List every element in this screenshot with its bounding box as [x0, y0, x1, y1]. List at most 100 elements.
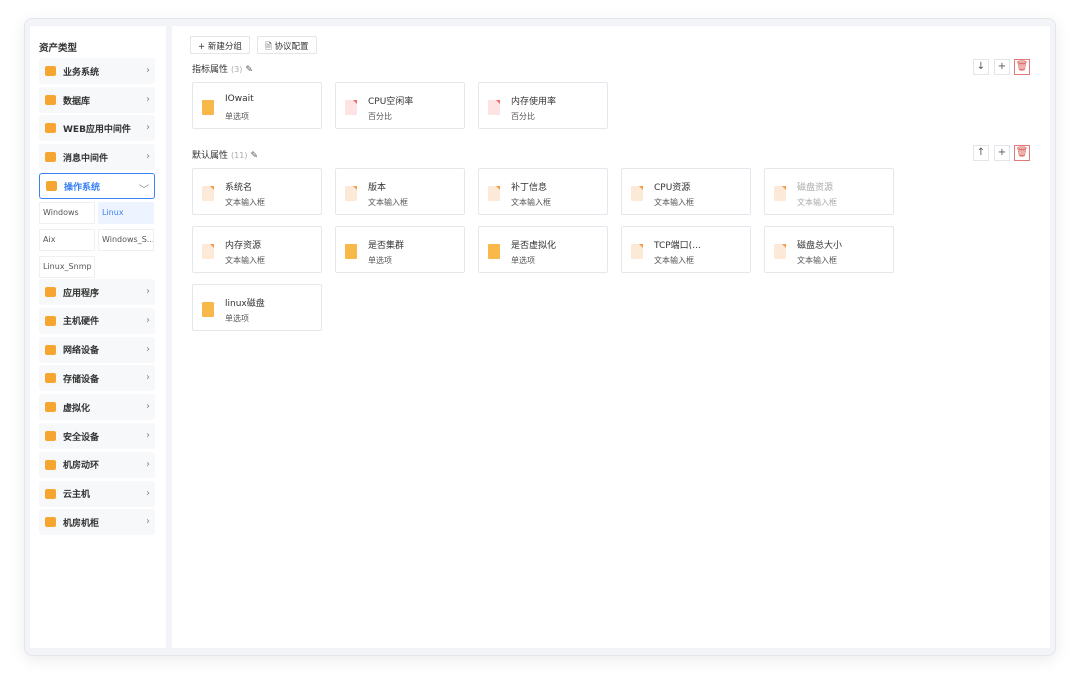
chevron-right-icon: ›: [146, 314, 150, 326]
attribute-type: 单选项: [225, 112, 249, 121]
text-file-icon: [345, 186, 357, 201]
sidebar-item[interactable]: 主机硬件 ›: [39, 307, 155, 334]
sidebar-item-label: 安全设备: [63, 432, 100, 443]
chevron-right-icon: ›: [146, 94, 150, 105]
os-sub-item[interactable]: Linux_Snmp: [39, 256, 95, 278]
sidebar-item[interactable]: 业务系统 ›: [39, 58, 155, 84]
attribute-type: 单选项: [511, 256, 535, 265]
section-count: (3): [231, 65, 243, 74]
arrow-down-icon[interactable]: ↓: [973, 59, 989, 75]
plus-icon[interactable]: +: [994, 59, 1010, 75]
sidebar-item-label: 应用程序: [63, 288, 100, 299]
attribute-card[interactable]: IOwait 单选项: [192, 82, 322, 129]
os-sub-item[interactable]: Windows_S...: [98, 229, 154, 251]
arrow-up-icon[interactable]: ↑: [973, 145, 989, 161]
attribute-type: 文本输入框: [654, 256, 694, 265]
sidebar-item-label: 网络设备: [63, 346, 100, 357]
sidebar-item[interactable]: 存储设备 ›: [39, 365, 155, 392]
os-sub-item[interactable]: Aix: [39, 229, 95, 251]
attribute-card[interactable]: 内存使用率 百分比: [478, 82, 608, 129]
attribute-card[interactable]: CPU空闲率 百分比: [335, 82, 465, 129]
attribute-card[interactable]: linux磁盘 单选项: [192, 284, 322, 331]
sidebar-item-label: 主机硬件: [63, 317, 100, 328]
attribute-type: 百分比: [368, 112, 392, 121]
text-file-icon: [488, 186, 500, 201]
sidebar-item-label: 机房动环: [63, 461, 100, 472]
chevron-right-icon: ›: [146, 458, 150, 470]
chevron-right-icon: ›: [146, 151, 150, 162]
attribute-card[interactable]: 磁盘资源 文本输入框: [764, 168, 894, 215]
application-icon: [45, 287, 56, 297]
section-title: 指标属性: [192, 65, 229, 75]
os-sub-item[interactable]: Linux: [98, 202, 154, 224]
protocol-config-button[interactable]: 🗎 协议配置: [257, 36, 317, 54]
trash-icon[interactable]: 🗑: [1014, 59, 1030, 75]
sidebar-item-label: 操作系统: [64, 182, 101, 193]
text-file-icon: [774, 244, 786, 259]
sidebar-title: 资产类型: [39, 43, 78, 54]
sidebar-item[interactable]: 安全设备 ›: [39, 423, 155, 449]
list-file-icon: [488, 244, 500, 259]
sidebar-item[interactable]: 云主机 ›: [39, 480, 155, 507]
sidebar-item-label: 云主机: [63, 490, 91, 501]
cabinet-icon: [45, 517, 56, 528]
sidebar-item-label: WEB应用中间件: [63, 124, 131, 135]
text-file-icon: [631, 244, 643, 259]
security-device-icon: [45, 431, 56, 441]
edit-icon[interactable]: ✎: [250, 151, 258, 161]
text-file-icon: [202, 244, 214, 259]
attribute-name: CPU资源: [654, 183, 691, 193]
chevron-right-icon: ›: [146, 286, 150, 297]
os-sub-item[interactable]: Windows: [39, 202, 95, 224]
sidebar-item[interactable]: 数据库 ›: [39, 87, 155, 113]
attribute-card[interactable]: TCP端口(... 文本输入框: [621, 226, 751, 273]
sidebar-item[interactable]: 操作系统 ﹀: [39, 173, 155, 199]
database-icon: [45, 95, 56, 105]
attribute-name: 是否集群: [368, 241, 405, 251]
list-file-icon: [202, 302, 214, 317]
attribute-card[interactable]: CPU资源 文本输入框: [621, 168, 751, 215]
chevron-down-icon: ﹀: [139, 185, 149, 196]
percent-file-icon: [488, 100, 500, 115]
attribute-name: IOwait: [225, 94, 254, 104]
plus-icon[interactable]: +: [994, 145, 1010, 161]
attribute-name: 磁盘总大小: [797, 241, 843, 251]
attribute-card[interactable]: 内存资源 文本输入框: [192, 226, 322, 273]
attribute-name: 系统名: [225, 183, 253, 193]
business-system-icon: [45, 66, 56, 76]
attribute-type: 文本输入框: [225, 198, 265, 207]
attribute-name: CPU空闲率: [368, 97, 414, 107]
sidebar-item[interactable]: 机房动环 ›: [39, 451, 155, 478]
attribute-name: 磁盘资源: [797, 183, 834, 193]
text-file-icon: [202, 186, 214, 201]
virtualization-icon: [45, 402, 56, 413]
chevron-right-icon: ›: [146, 343, 150, 355]
attribute-card[interactable]: 磁盘总大小 文本输入框: [764, 226, 894, 273]
attribute-type: 百分比: [511, 112, 535, 121]
list-file-icon: [202, 100, 214, 115]
attribute-card[interactable]: 是否集群 单选项: [335, 226, 465, 273]
trash-icon[interactable]: 🗑: [1014, 145, 1030, 161]
section-header: 默认属性 (11) ✎: [192, 148, 258, 161]
attribute-card[interactable]: 系统名 文本输入框: [192, 168, 322, 215]
sidebar-item[interactable]: 虚拟化 ›: [39, 394, 155, 421]
attribute-card[interactable]: 是否虚拟化 单选项: [478, 226, 608, 273]
chevron-right-icon: ›: [146, 516, 150, 528]
attribute-name: linux磁盘: [225, 299, 265, 309]
attribute-type: 文本输入框: [797, 198, 837, 207]
attribute-name: 版本: [368, 183, 387, 193]
chevron-right-icon: ›: [146, 122, 150, 133]
attribute-card[interactable]: 版本 文本输入框: [335, 168, 465, 215]
attribute-name: 内存资源: [225, 241, 262, 251]
sidebar-item[interactable]: 机房机柜 ›: [39, 509, 155, 536]
protocol-config-label: 协议配置: [274, 42, 309, 52]
new-group-button[interactable]: + 新建分组: [190, 36, 250, 54]
edit-icon[interactable]: ✎: [245, 65, 253, 75]
sidebar-item[interactable]: 消息中间件 ›: [39, 144, 155, 170]
section-title: 默认属性: [192, 151, 229, 161]
attribute-card[interactable]: 补丁信息 文本输入框: [478, 168, 608, 215]
sidebar-item-label: 数据库: [63, 96, 91, 107]
sidebar-item[interactable]: 网络设备 ›: [39, 336, 155, 363]
sidebar-item[interactable]: 应用程序 ›: [39, 279, 155, 305]
sidebar-item[interactable]: WEB应用中间件 ›: [39, 115, 155, 141]
